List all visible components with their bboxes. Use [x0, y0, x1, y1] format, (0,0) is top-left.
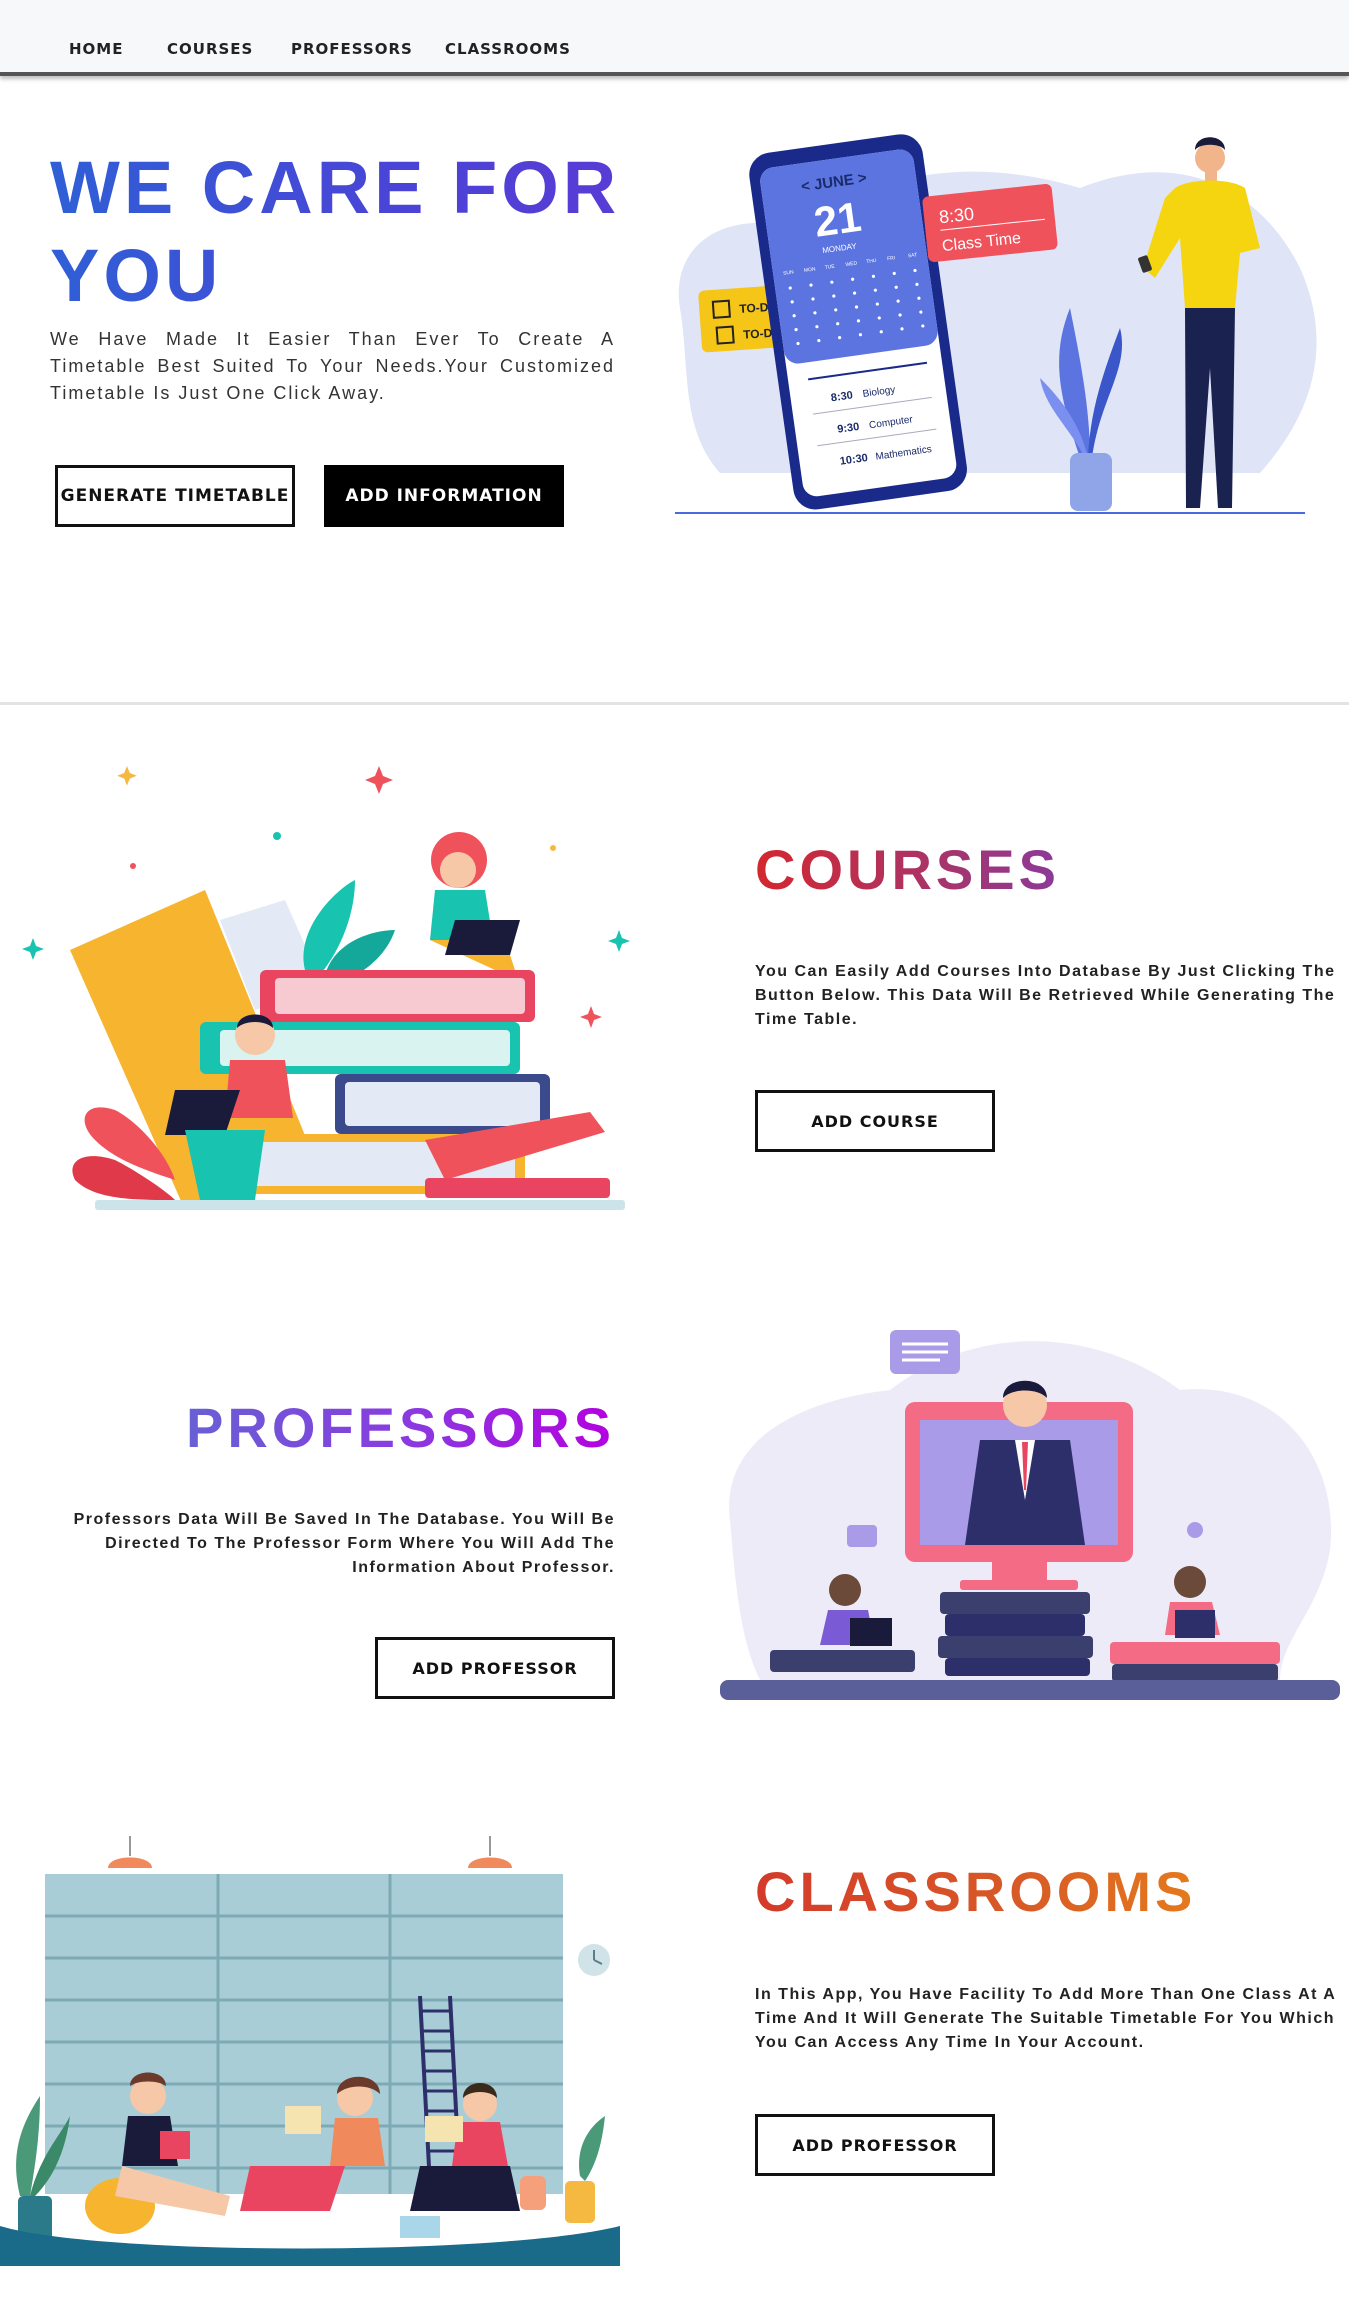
add-information-button[interactable]: ADD INFORMATION [324, 465, 564, 527]
nav-courses-link[interactable]: COURSES [167, 40, 253, 58]
online-class-illustration [720, 1330, 1340, 1700]
hero-title: WE CARE FOR YOU [50, 144, 630, 320]
professors-title: PROFESSORS [100, 1396, 615, 1460]
calendar-weekday-header: FRI [887, 255, 896, 262]
hero-description: We Have Made It Easier Than Ever To Crea… [50, 329, 615, 403]
classrooms-title: CLASSROOMS [755, 1860, 1197, 1923]
professors-description: Professors Data Will Be Saved In The Dat… [73, 1511, 615, 1576]
books-study-illustration [22, 766, 630, 1210]
day-number: 21 [811, 193, 864, 246]
nav-professors-link[interactable]: PROFESSORS [291, 40, 413, 58]
add-course-button[interactable]: ADD COURSE [755, 1090, 995, 1152]
courses-title: COURSES [755, 838, 1060, 901]
add-classroom-button[interactable]: ADD PROFESSOR [755, 2114, 995, 2176]
calendar-phone-illustration: TO-DO TO-DO < JUNE > 21 MONDAY SUN MON TUE… [675, 134, 1317, 514]
classrooms-description: In This App, You Have Facility To Add Mo… [755, 1986, 1336, 2051]
courses-description: You Can Easily Add Courses Into Database… [755, 963, 1336, 1028]
add-professor-button[interactable]: ADD PROFESSOR [375, 1637, 615, 1699]
navbar: HOME COURSES PROFESSORS CLASSROOMS [0, 0, 1349, 76]
section-divider [0, 702, 1349, 705]
badge-time: 8:30 [938, 204, 975, 228]
library-reading-illustration [0, 1836, 620, 2266]
nav-classrooms-link[interactable]: CLASSROOMS [445, 40, 571, 58]
generate-timetable-button[interactable]: GENERATE TIMETABLE [55, 465, 295, 527]
nav-home-link[interactable]: HOME [69, 40, 123, 58]
